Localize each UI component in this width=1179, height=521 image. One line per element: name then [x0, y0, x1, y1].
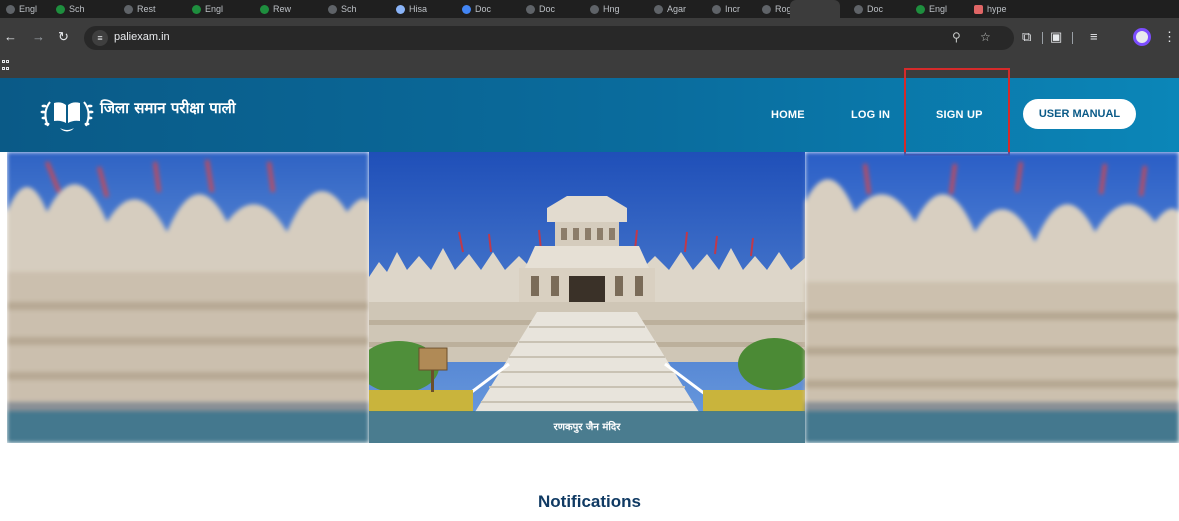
tab-title: Engl — [19, 4, 38, 14]
tab-favicon-icon — [762, 4, 771, 14]
tab-favicon-icon — [590, 4, 599, 14]
browser-tab[interactable]: Engl — [0, 0, 43, 18]
tab-favicon-icon — [396, 4, 405, 14]
tab-title: Doc — [539, 4, 556, 14]
profile-avatar[interactable] — [1133, 28, 1151, 46]
tab-title: Doc — [867, 4, 884, 14]
arrow-right-icon[interactable]: → — [32, 28, 45, 46]
browser-toolbar: ← → ↻ ≡ paliexam.in ⚲ ☆ ⧉ ▣ ≡ ⋮ — [0, 18, 1179, 56]
browser-tab[interactable]: Doc — [456, 0, 497, 18]
tab-title: hype — [987, 4, 1007, 14]
browser-tab[interactable]: Engl — [910, 0, 953, 18]
tab-title: Agar — [667, 4, 687, 14]
bookmarks-bar — [0, 56, 1179, 78]
tab-favicon-icon — [328, 4, 337, 14]
tab-favicon-icon — [192, 4, 201, 14]
slide-previous[interactable] — [7, 152, 369, 443]
apps-grid-icon[interactable] — [2, 60, 10, 72]
book-laurel-logo-icon[interactable] — [38, 94, 96, 134]
slide-active[interactable]: रणकपुर जैन मंदिर — [369, 152, 805, 443]
browser-tab-active[interactable] — [790, 0, 840, 18]
tab-title: Hisa — [409, 4, 428, 14]
reload-icon[interactable]: ↻ — [58, 28, 69, 46]
slide-caption-bar — [7, 411, 369, 443]
tab-title: Incr — [725, 4, 741, 14]
site-title[interactable]: जिला समान परीक्षा पाली — [100, 98, 236, 118]
tab-title: Sch — [69, 4, 85, 14]
slide-caption-bar — [805, 411, 1179, 443]
reading-list-icon[interactable]: ≡ — [1090, 28, 1098, 46]
tab-title: Engl — [205, 4, 224, 14]
zoom-icon[interactable]: ⚲ — [952, 30, 961, 44]
nav-home-link[interactable]: HOME — [771, 109, 805, 121]
tab-favicon-icon — [526, 4, 535, 14]
url-text[interactable]: paliexam.in — [114, 31, 170, 43]
image-slider[interactable]: रणकपुर जैन मंदिर — [7, 152, 1179, 443]
tab-favicon-icon — [260, 4, 269, 14]
browser-tab[interactable]: Incr — [706, 0, 746, 18]
slide-next[interactable] — [805, 152, 1179, 443]
tab-search-icon[interactable]: ▣ — [1050, 28, 1062, 46]
nav-login-link[interactable]: LOG IN — [851, 109, 890, 121]
browser-tab[interactable]: Doc — [848, 0, 889, 18]
tab-favicon-icon — [56, 4, 65, 14]
ranakpur-temple-photo — [369, 152, 805, 443]
tab-title: Hng — [603, 4, 620, 14]
browser-tab[interactable]: Agar — [648, 0, 692, 18]
tab-title: Engl — [929, 4, 948, 14]
tune-icon[interactable]: ≡ — [92, 30, 108, 46]
browser-tab[interactable]: Hisa — [390, 0, 433, 18]
kebab-menu-icon[interactable]: ⋮ — [1163, 28, 1176, 46]
temple-photo-right — [805, 152, 1179, 443]
browser-tab[interactable]: Sch — [322, 0, 363, 18]
tab-title: Rest — [137, 4, 156, 14]
tab-favicon-icon — [712, 4, 721, 14]
nav-signup-link[interactable]: SIGN UP — [936, 109, 983, 121]
browser-tab-strip: Engl Sch Rest Engl Rew Sch Hisa Doc Doc … — [0, 0, 1179, 18]
user-manual-button[interactable]: USER MANUAL — [1023, 99, 1136, 129]
tab-favicon-icon — [974, 4, 983, 14]
tab-title: Rew — [273, 4, 292, 14]
browser-tab[interactable]: hype — [968, 0, 1013, 18]
notifications-heading: Notifications — [538, 492, 641, 511]
site-header: जिला समान परीक्षा पाली HOME LOG IN SIGN … — [0, 78, 1179, 152]
tab-title: Sch — [341, 4, 357, 14]
browser-tab[interactable]: Rew — [254, 0, 297, 18]
tab-favicon-icon — [124, 4, 133, 14]
tab-favicon-icon — [462, 4, 471, 14]
tab-favicon-icon — [854, 4, 863, 14]
address-bar[interactable]: ≡ paliexam.in ⚲ ☆ — [84, 26, 1014, 50]
browser-tab[interactable]: Hng — [584, 0, 626, 18]
puzzle-icon[interactable]: ⧉ — [1022, 28, 1031, 46]
star-icon[interactable]: ☆ — [980, 30, 991, 44]
browser-tab[interactable]: Rest — [118, 0, 162, 18]
arrow-left-icon[interactable]: ← — [4, 28, 17, 46]
browser-tab[interactable]: Sch — [50, 0, 91, 18]
slide-caption: रणकपुर जैन मंदिर — [553, 422, 621, 433]
toolbar-divider — [1042, 32, 1043, 44]
tab-favicon-icon — [916, 4, 925, 14]
tab-favicon-icon — [6, 4, 15, 14]
browser-tab[interactable]: Engl — [186, 0, 229, 18]
toolbar-divider — [1072, 32, 1073, 44]
tab-favicon-icon — [654, 4, 663, 14]
browser-tab[interactable]: Doc — [520, 0, 561, 18]
tab-title: Doc — [475, 4, 492, 14]
temple-photo-left — [7, 152, 369, 443]
